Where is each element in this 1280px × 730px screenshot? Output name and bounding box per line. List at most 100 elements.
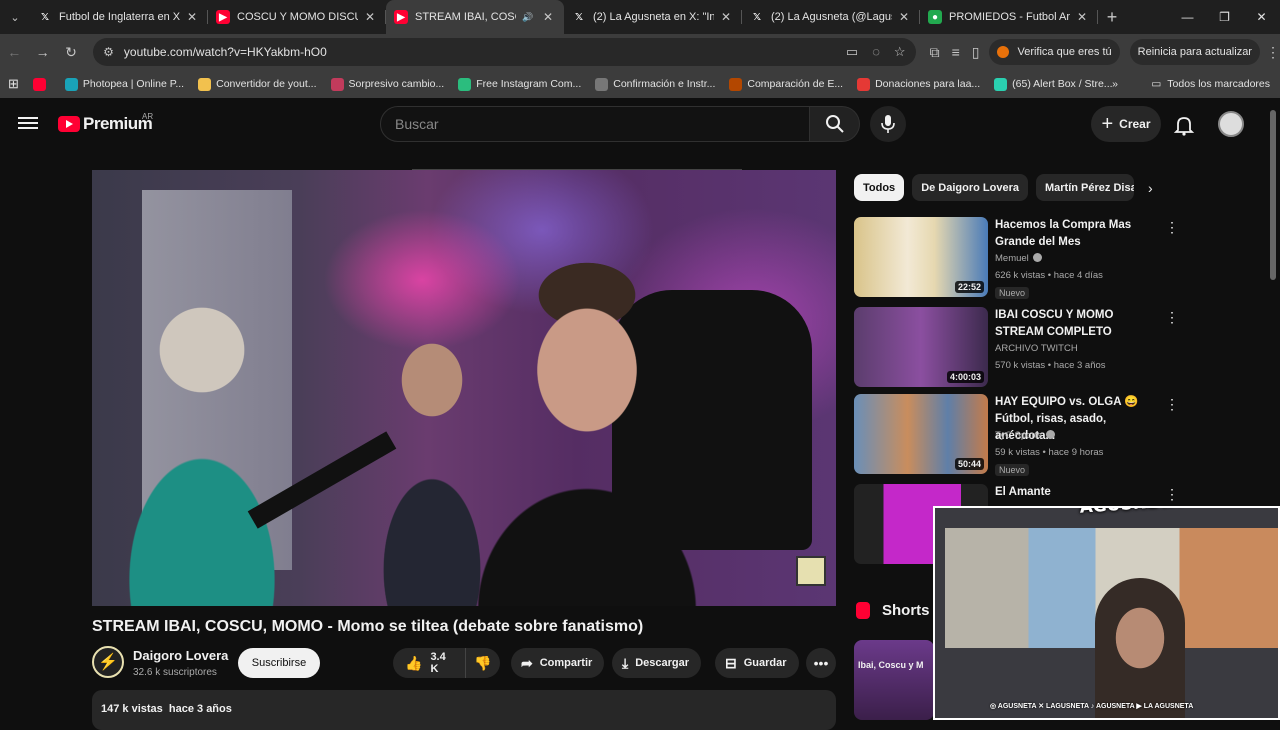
filter-chip[interactable]: De Daigoro Lovera [912, 174, 1028, 201]
reload-icon[interactable]: ↻ [57, 34, 85, 70]
channel-avatar[interactable]: ⚡ [92, 646, 124, 678]
bookmarks-overflow-icon[interactable]: » [1112, 78, 1118, 90]
tab-close-icon[interactable]: ✕ [540, 10, 556, 24]
channel-name[interactable]: Daigoro Lovera [133, 648, 228, 663]
menu-hamburger-icon[interactable] [18, 114, 38, 134]
more-options-icon[interactable]: ⋮ [1165, 219, 1179, 236]
youtube-premium-logo[interactable]: Premium AR [58, 112, 153, 134]
browser-menu-icon[interactable]: ⋮ [1266, 44, 1280, 61]
site-info-icon[interactable]: ⚙ [103, 45, 114, 59]
close-window-icon[interactable]: ✕ [1243, 0, 1280, 34]
bookmark-item[interactable]: Photopea | Online P... [64, 77, 184, 91]
browser-tab[interactable]: ● PROMIEDOS - Futbol Argent ✕ [920, 0, 1098, 34]
share-button[interactable]: ➦ Compartir [511, 648, 605, 678]
search-button[interactable] [810, 106, 860, 142]
chips-next-arrow-icon[interactable]: › [1148, 180, 1153, 196]
bookmark-item[interactable]: (65) Alert Box / Stre... [994, 77, 1113, 91]
minimize-icon[interactable]: — [1169, 0, 1206, 34]
filter-chip[interactable]: Todos [854, 174, 905, 201]
cast-icon[interactable]: ▭ [846, 44, 858, 60]
views-and-date: 147 k vistas hace 3 años [101, 703, 232, 715]
voice-search-button[interactable] [870, 106, 906, 142]
recommended-channel[interactable]: TyC Sports [995, 430, 1042, 441]
tab-audio-icon[interactable]: 🔊 [520, 12, 536, 23]
tab-title: (2) La Agusneta en X: "Institu [593, 11, 714, 23]
bookmark-favicon-icon [64, 77, 78, 91]
side-panel-icon[interactable]: ▯ [972, 44, 980, 61]
restore-icon[interactable]: ❐ [1206, 0, 1243, 34]
recommended-video[interactable]: 4:00:03 IBAI COSCU Y MOMO STREAM COMPLETO… [854, 307, 1184, 391]
recommended-title[interactable]: IBAI COSCU Y MOMO STREAM COMPLETO [995, 307, 1160, 341]
notifications-bell-icon[interactable] [1172, 113, 1196, 137]
user-avatar[interactable] [1218, 111, 1244, 137]
restart-label: Reinicia para actualizar [1137, 46, 1252, 58]
tab-close-icon[interactable]: ✕ [362, 10, 378, 24]
extensions-icon[interactable]: ⧉ [930, 44, 940, 61]
tab-title: STREAM IBAI, COSCU, M [415, 11, 516, 23]
save-button[interactable]: ⊟ Guardar [715, 648, 799, 678]
create-button[interactable]: + Crear [1091, 106, 1161, 142]
bookmark-favicon-icon [198, 77, 212, 91]
browser-tab[interactable]: 𝕏 (2) La Agusneta (@Lagusnet ✕ [742, 0, 920, 34]
verify-identity-button[interactable]: Verifica que eres tú [989, 39, 1120, 65]
bookmark-item[interactable]: Convertidor de yout... [198, 77, 317, 91]
more-options-icon[interactable]: ⋮ [1165, 486, 1179, 503]
webcam-streamer [1095, 578, 1185, 718]
video-thumbnail[interactable]: 22:52 [854, 217, 988, 297]
video-thumbnail[interactable]: 4:00:03 [854, 307, 988, 387]
page-scrollbar[interactable] [1270, 110, 1276, 280]
tab-close-icon[interactable]: ✕ [718, 10, 734, 24]
browser-tab[interactable]: ▶ STREAM IBAI, COSCU, M 🔊 ✕ [386, 0, 564, 34]
video-thumbnail[interactable]: 50:44 [854, 394, 988, 474]
filter-chip[interactable]: Martín Pérez Disal [1036, 174, 1134, 201]
like-button[interactable]: 👍 3.4 K [393, 648, 466, 678]
bookmark-star-icon[interactable]: ☆ [894, 44, 906, 60]
recommended-video[interactable]: 50:44 HAY EQUIPO vs. OLGA 😄 Fútbol, risas… [854, 394, 1184, 478]
back-arrow-icon[interactable]: ← [0, 34, 28, 70]
address-bar[interactable]: ⚙ youtube.com/watch?v=HKYakbm-hO0 ▭ ◌ ☆ [93, 38, 916, 66]
dislike-button[interactable]: 👎 [466, 655, 500, 672]
video-player[interactable] [92, 170, 836, 606]
short-thumbnail[interactable]: Ibai, Coscu y M [854, 640, 934, 720]
more-options-icon[interactable]: ⋮ [1165, 309, 1179, 326]
bookmark-item[interactable]: Free Instagram Com... [458, 77, 581, 91]
recommended-video[interactable]: 22:52 Hacemos la Compra Mas Grande del Me… [854, 217, 1184, 301]
bookmark-item[interactable]: Confirmación e Instr... [595, 77, 715, 91]
more-options-icon[interactable]: ⋮ [1165, 396, 1179, 413]
media-controls-icon[interactable]: ≡ [952, 44, 960, 61]
download-button[interactable]: ⤓ Descargar [612, 648, 702, 678]
x-icon: 𝕏 [752, 11, 762, 23]
tab-separator [1097, 10, 1098, 24]
tab-search-chevron-icon[interactable]: ⌄ [0, 0, 30, 34]
youtube-bookmark[interactable] [32, 77, 51, 91]
tab-title: COSCU Y MOMO DISCUTEN [237, 11, 358, 23]
apps-grid-icon[interactable]: ⊞ [8, 76, 19, 92]
browser-tab[interactable]: 𝕏 Futbol de Inglaterra en X: "C ✕ [30, 0, 208, 34]
recommended-meta: 570 k vistas • hace 3 años [995, 360, 1106, 371]
tab-close-icon[interactable]: ✕ [1074, 10, 1090, 24]
bookmark-item[interactable]: Sorpresivo cambio... [330, 77, 444, 91]
all-bookmarks-folder[interactable]: ▭ Todos los marcadores [1151, 78, 1270, 90]
browser-tab[interactable]: ▶ COSCU Y MOMO DISCUTEN ✕ [208, 0, 386, 34]
bookmark-item[interactable]: Donaciones para laa... [857, 77, 980, 91]
eye-off-icon[interactable]: ◌ [872, 44, 880, 60]
download-label: Descargar [635, 657, 690, 669]
search-input[interactable]: Buscar [380, 106, 810, 142]
restart-update-button[interactable]: Reinicia para actualizar [1129, 39, 1260, 65]
forward-arrow-icon[interactable]: → [28, 34, 56, 70]
bookmark-item[interactable]: Comparación de E... [729, 77, 843, 91]
recommended-channel[interactable]: ARCHIVO TWITCH [995, 343, 1078, 354]
more-actions-icon[interactable]: ••• [806, 648, 836, 678]
recommended-title[interactable]: El Amante [995, 484, 1160, 501]
shorts-logo-icon [856, 602, 870, 619]
browser-tab[interactable]: 𝕏 (2) La Agusneta en X: "Institu ✕ [564, 0, 742, 34]
tab-close-icon[interactable]: ✕ [184, 10, 200, 24]
video-person-left [92, 280, 332, 606]
address-url[interactable]: youtube.com/watch?v=HKYakbm-hO0 [124, 45, 846, 59]
recommended-channel[interactable]: Memuel [995, 253, 1029, 264]
description-box[interactable]: 147 k vistas hace 3 años [92, 690, 836, 730]
recommended-title[interactable]: Hacemos la Compra Mas Grande del Mes [995, 217, 1160, 251]
new-tab-button[interactable]: + [1098, 7, 1126, 28]
subscribe-button[interactable]: Suscribirse [238, 648, 320, 678]
tab-close-icon[interactable]: ✕ [896, 10, 912, 24]
